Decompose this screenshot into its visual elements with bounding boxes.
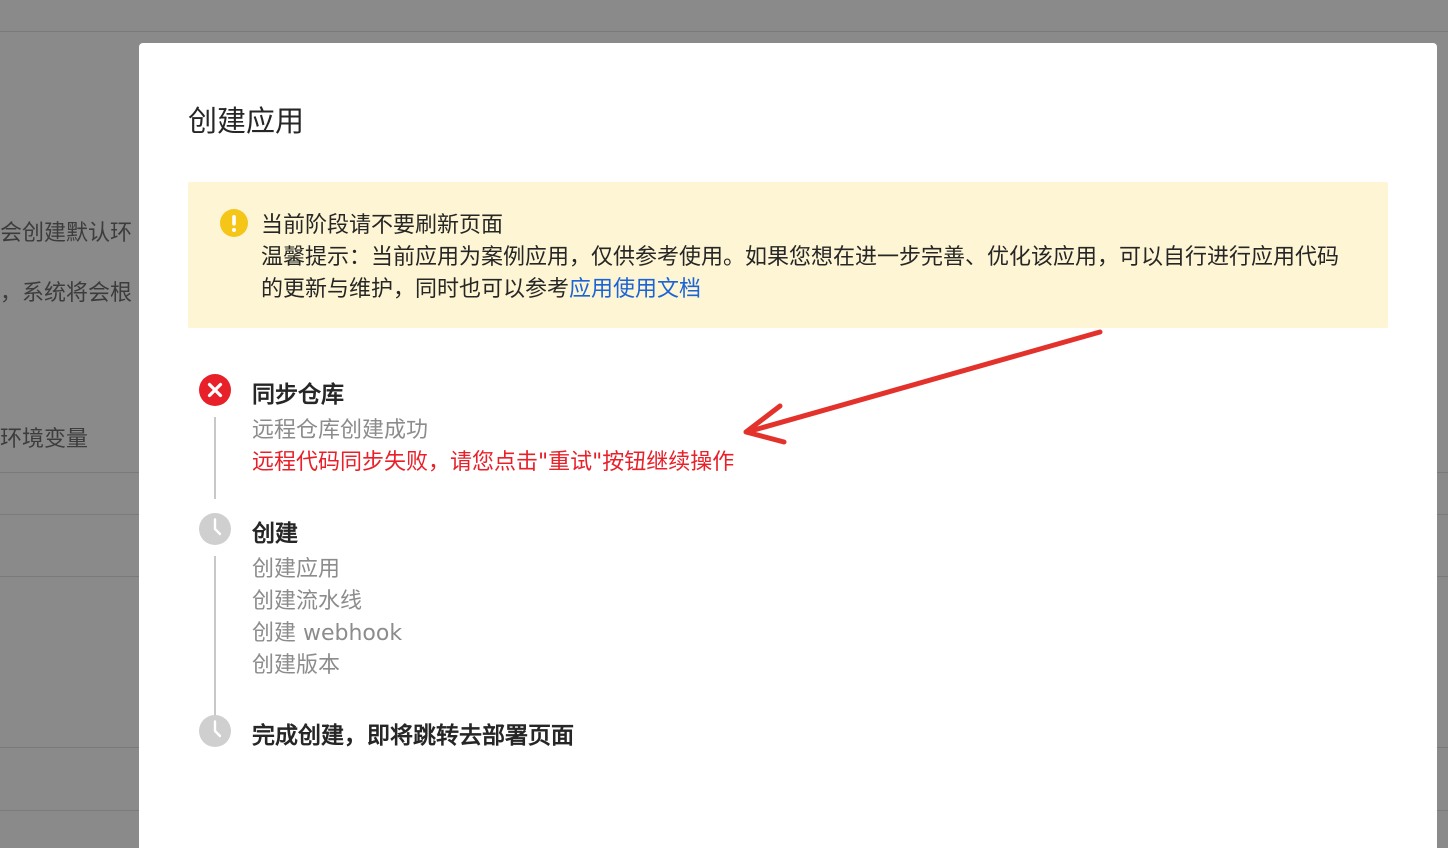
- alert-tip-text: 温馨提示：当前应用为案例应用，仅供参考使用。如果您想在进一步完善、优化该应用，可…: [261, 245, 1340, 302]
- annotation-arrow-icon: [743, 329, 1103, 445]
- warning-circle-icon: [220, 209, 248, 237]
- alert-content: 当前阶段请不要刷新页面 温馨提示：当前应用为案例应用，仅供参考使用。如果您想在进…: [261, 210, 1358, 306]
- modal-title: 创建应用: [188, 104, 305, 138]
- step-message: 创建 webhook: [252, 621, 403, 646]
- step-message: 创建应用: [252, 557, 341, 582]
- warning-alert: 当前阶段请不要刷新页面 温馨提示：当前应用为案例应用，仅供参考使用。如果您想在进…: [188, 182, 1388, 328]
- clock-icon: [199, 715, 231, 747]
- background-text: 环境变量: [0, 427, 89, 452]
- step-title: 创建: [252, 521, 298, 547]
- alert-headline: 当前阶段请不要刷新页面: [261, 213, 504, 238]
- step-message: 创建流水线: [252, 589, 363, 614]
- step-message: 创建版本: [252, 653, 341, 678]
- step-connector: [214, 417, 216, 499]
- step-error-message: 远程代码同步失败，请您点击"重试"按钮继续操作: [252, 450, 735, 475]
- app-docs-link[interactable]: 应用使用文档: [569, 277, 701, 302]
- error-x-circle-icon: [199, 374, 231, 406]
- step-title: 同步仓库: [252, 382, 344, 408]
- step-title: 完成创建，即将跳转去部署页面: [252, 723, 574, 749]
- step-message: 远程仓库创建成功: [252, 418, 429, 443]
- background-divider: [0, 31, 1448, 32]
- background-text: 会创建默认环: [0, 221, 133, 246]
- clock-icon: [199, 513, 231, 545]
- page: 会创建默认环 ，系统将会根 环境变量 创建应用 当前阶段请不要刷新页面 温馨提示…: [0, 0, 1448, 848]
- alert-tip: 温馨提示：当前应用为案例应用，仅供参考使用。如果您想在进一步完善、优化该应用，可…: [261, 242, 1358, 306]
- background-text: ，系统将会根: [0, 281, 133, 306]
